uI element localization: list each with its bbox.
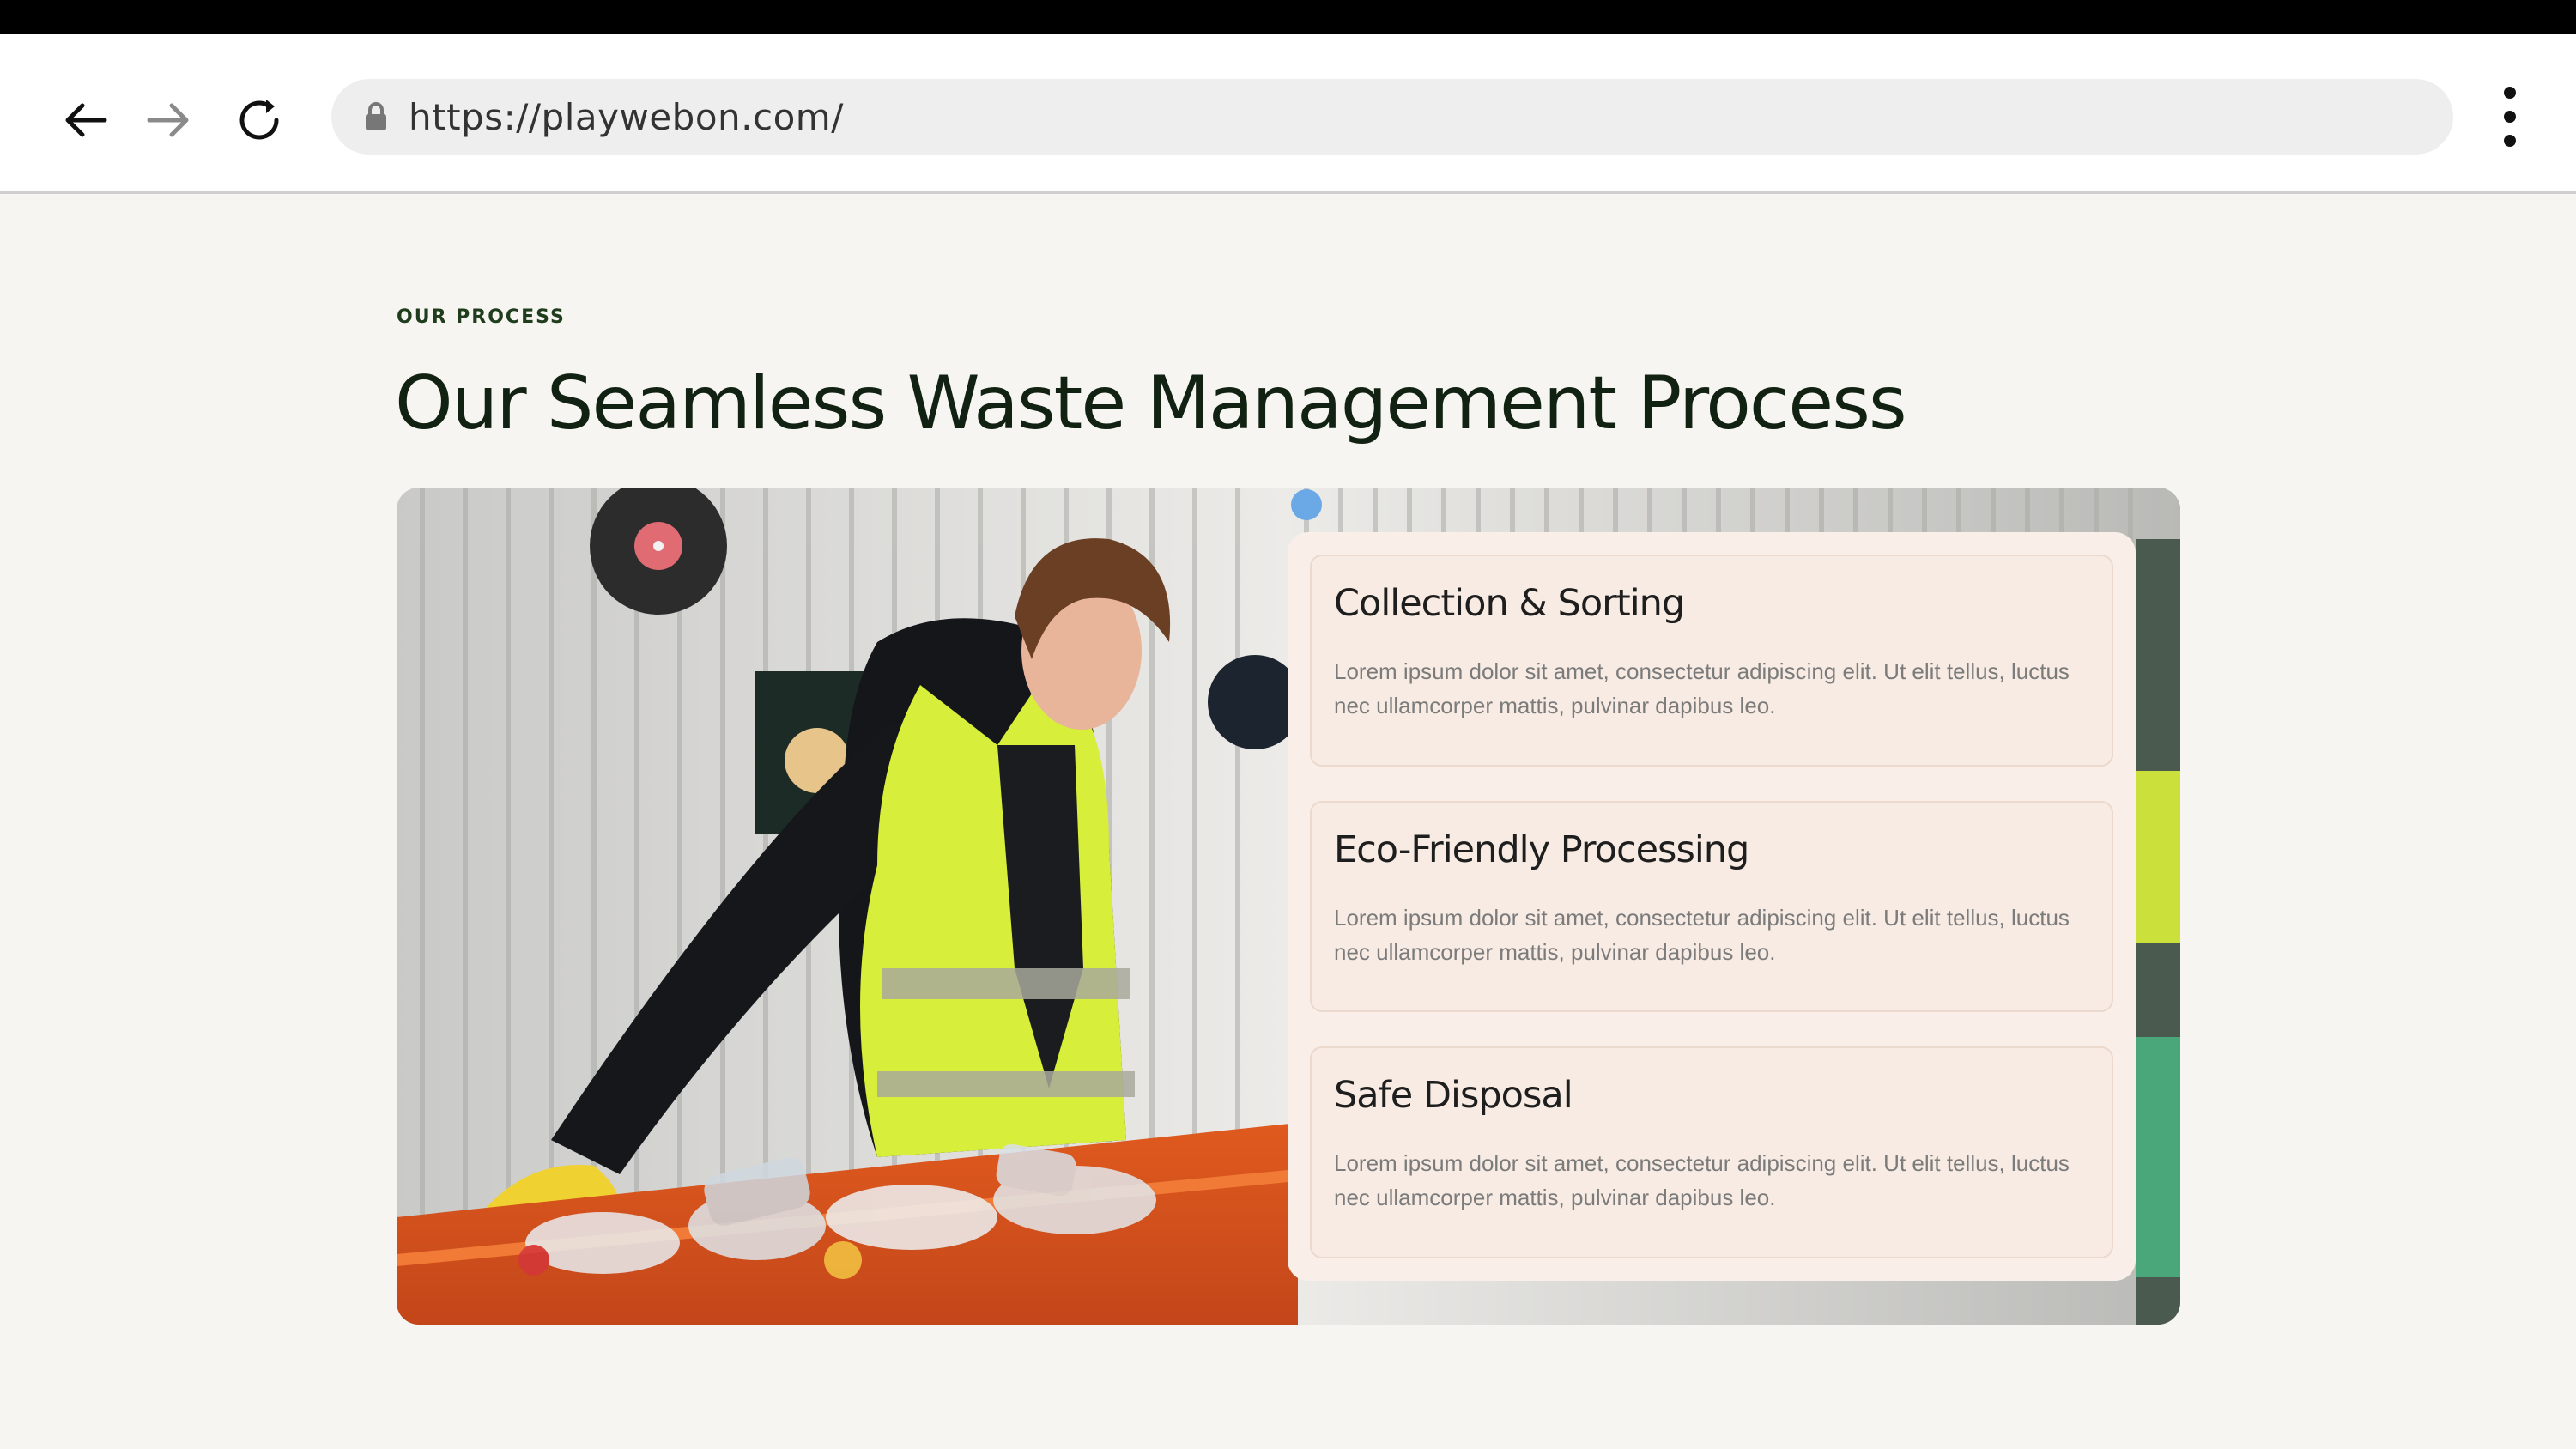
step-card-collection[interactable]: Collection & Sorting Lorem ipsum dolor s…	[1310, 555, 2113, 767]
step-description: Lorem ipsum dolor sit amet, consectetur …	[1334, 658, 2070, 718]
address-bar[interactable]: https://playwebon.com/	[331, 79, 2453, 155]
back-arrow-icon	[65, 103, 107, 137]
section-eyebrow: OUR PROCESS	[397, 306, 566, 328]
step-description: Lorem ipsum dolor sit amet, consectetur …	[1334, 1150, 2070, 1211]
hero-image: Collection & Sorting Lorem ipsum dolor s…	[397, 488, 2180, 1325]
step-card-processing[interactable]: Eco-Friendly Processing Lorem ipsum dolo…	[1310, 800, 2113, 1013]
more-vert-icon[interactable]	[2486, 79, 2534, 155]
forward-arrow-icon	[147, 103, 189, 137]
url-text: https://playwebon.com/	[409, 95, 844, 138]
lock-icon	[364, 100, 388, 134]
step-title: Safe Disposal	[1334, 1074, 1573, 1118]
process-steps-panel: Collection & Sorting Lorem ipsum dolor s…	[1288, 532, 2136, 1281]
back-button[interactable]	[52, 86, 120, 155]
browser-toolbar: https://playwebon.com/	[0, 34, 2576, 194]
reload-icon	[239, 100, 279, 140]
system-status-bar	[0, 0, 2576, 34]
step-title: Collection & Sorting	[1334, 582, 1685, 625]
section-title: Our Seamless Waste Management Process	[395, 361, 1907, 446]
reload-button[interactable]	[227, 86, 295, 155]
forward-button[interactable]	[134, 86, 203, 155]
step-title: Eco-Friendly Processing	[1334, 828, 1749, 871]
step-description: Lorem ipsum dolor sit amet, consectetur …	[1334, 904, 2070, 965]
step-card-disposal[interactable]: Safe Disposal Lorem ipsum dolor sit amet…	[1310, 1046, 2113, 1259]
